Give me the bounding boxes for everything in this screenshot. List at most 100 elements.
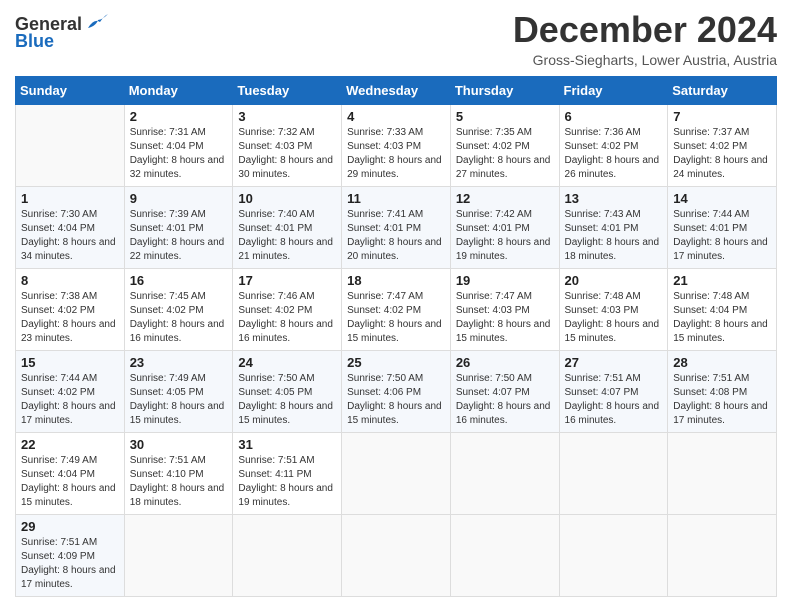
calendar-header-saturday: Saturday [668, 76, 777, 104]
calendar-cell: 20 Sunrise: 7:48 AMSunset: 4:03 PMDayligh… [559, 268, 668, 350]
calendar-cell [233, 514, 342, 596]
calendar-cell: 1 Sunrise: 7:30 AMSunset: 4:04 PMDaylight… [16, 186, 125, 268]
calendar-cell: 29 Sunrise: 7:51 AMSunset: 4:09 PMDayligh… [16, 514, 125, 596]
page-header: General Blue December 2024 Gross-Sieghar… [15, 10, 777, 68]
day-number: 30 [130, 437, 228, 452]
calendar-cell: 11 Sunrise: 7:41 AMSunset: 4:01 PMDayligh… [342, 186, 451, 268]
calendar-cell: 3Sunrise: 7:32 AMSunset: 4:03 PMDaylight… [233, 104, 342, 186]
day-info: Sunrise: 7:48 AMSunset: 4:04 PMDaylight:… [673, 290, 771, 346]
day-number: 31 [238, 437, 336, 452]
day-info: Sunrise: 7:43 AMSunset: 4:01 PMDaylight:… [565, 208, 663, 264]
day-info: Sunrise: 7:47 AMSunset: 4:03 PMDaylight:… [456, 290, 554, 346]
calendar-cell: 5Sunrise: 7:35 AMSunset: 4:02 PMDaylight… [450, 104, 559, 186]
day-number: 8 [21, 273, 119, 288]
calendar-cell: 21 Sunrise: 7:48 AMSunset: 4:04 PMDayligh… [668, 268, 777, 350]
day-number: 21 [673, 273, 771, 288]
day-info: Sunrise: 7:50 AMSunset: 4:06 PMDaylight:… [347, 372, 445, 428]
calendar-header-friday: Friday [559, 76, 668, 104]
calendar-week-1: 2 Sunrise: 7:31 AMSunset: 4:04 PMDaylight… [16, 104, 777, 186]
day-info: Sunrise: 7:44 AMSunset: 4:01 PMDaylight:… [673, 208, 771, 264]
calendar-header-thursday: Thursday [450, 76, 559, 104]
calendar-cell [559, 432, 668, 514]
day-info: Sunrise: 7:44 AMSunset: 4:02 PMDaylight:… [21, 372, 119, 428]
calendar-cell: 22 Sunrise: 7:49 AMSunset: 4:04 PMDayligh… [16, 432, 125, 514]
day-info: Sunrise: 7:38 AMSunset: 4:02 PMDaylight:… [21, 290, 119, 346]
calendar-cell [16, 104, 125, 186]
day-info: Sunrise: 7:51 AMSunset: 4:11 PMDaylight:… [238, 454, 336, 510]
calendar-header-sunday: Sunday [16, 76, 125, 104]
calendar-header-tuesday: Tuesday [233, 76, 342, 104]
calendar-cell: 12 Sunrise: 7:42 AMSunset: 4:01 PMDayligh… [450, 186, 559, 268]
day-number: 3 [238, 109, 336, 124]
location-subtitle: Gross-Siegharts, Lower Austria, Austria [513, 52, 777, 68]
calendar-cell: 6 Sunrise: 7:36 AMSunset: 4:02 PMDaylight… [559, 104, 668, 186]
day-info: Sunrise: 7:31 AMSunset: 4:04 PMDaylight:… [130, 126, 228, 182]
calendar-cell: 16Sunrise: 7:45 AMSunset: 4:02 PMDayligh… [124, 268, 233, 350]
logo-bird-icon [86, 14, 108, 32]
day-number: 10 [238, 191, 336, 206]
day-number: 2 [130, 109, 228, 124]
calendar-week-5: 22 Sunrise: 7:49 AMSunset: 4:04 PMDayligh… [16, 432, 777, 514]
day-info: Sunrise: 7:46 AMSunset: 4:02 PMDaylight:… [238, 290, 336, 346]
title-block: December 2024 Gross-Siegharts, Lower Aus… [513, 10, 777, 68]
day-info: Sunrise: 7:40 AMSunset: 4:01 PMDaylight:… [238, 208, 336, 264]
calendar-cell: 9Sunrise: 7:39 AMSunset: 4:01 PMDaylight… [124, 186, 233, 268]
day-number: 20 [565, 273, 663, 288]
day-number: 18 [347, 273, 445, 288]
day-number: 27 [565, 355, 663, 370]
day-info: Sunrise: 7:36 AMSunset: 4:02 PMDaylight:… [565, 126, 663, 182]
calendar-cell: 2 Sunrise: 7:31 AMSunset: 4:04 PMDaylight… [124, 104, 233, 186]
day-info: Sunrise: 7:42 AMSunset: 4:01 PMDaylight:… [456, 208, 554, 264]
calendar-cell: 28Sunrise: 7:51 AMSunset: 4:08 PMDayligh… [668, 350, 777, 432]
calendar-cell: 14 Sunrise: 7:44 AMSunset: 4:01 PMDayligh… [668, 186, 777, 268]
calendar-cell: 8 Sunrise: 7:38 AMSunset: 4:02 PMDaylight… [16, 268, 125, 350]
day-number: 17 [238, 273, 336, 288]
calendar-cell: 7Sunrise: 7:37 AMSunset: 4:02 PMDaylight… [668, 104, 777, 186]
calendar-week-2: 1 Sunrise: 7:30 AMSunset: 4:04 PMDaylight… [16, 186, 777, 268]
day-info: Sunrise: 7:51 AMSunset: 4:07 PMDaylight:… [565, 372, 663, 428]
day-info: Sunrise: 7:48 AMSunset: 4:03 PMDaylight:… [565, 290, 663, 346]
day-info: Sunrise: 7:30 AMSunset: 4:04 PMDaylight:… [21, 208, 119, 264]
calendar-cell: 4Sunrise: 7:33 AMSunset: 4:03 PMDaylight… [342, 104, 451, 186]
day-info: Sunrise: 7:35 AMSunset: 4:02 PMDaylight:… [456, 126, 554, 182]
calendar-cell: 19 Sunrise: 7:47 AMSunset: 4:03 PMDayligh… [450, 268, 559, 350]
day-info: Sunrise: 7:51 AMSunset: 4:10 PMDaylight:… [130, 454, 228, 510]
day-info: Sunrise: 7:37 AMSunset: 4:02 PMDaylight:… [673, 126, 771, 182]
day-number: 28 [673, 355, 771, 370]
day-number: 29 [21, 519, 119, 534]
day-number: 6 [565, 109, 663, 124]
calendar-header-monday: Monday [124, 76, 233, 104]
calendar-cell [668, 432, 777, 514]
day-number: 23 [130, 355, 228, 370]
calendar-cell: 31 Sunrise: 7:51 AMSunset: 4:11 PMDayligh… [233, 432, 342, 514]
day-number: 4 [347, 109, 445, 124]
calendar-cell [450, 514, 559, 596]
day-number: 1 [21, 191, 119, 206]
calendar-cell: 13Sunrise: 7:43 AMSunset: 4:01 PMDayligh… [559, 186, 668, 268]
calendar-cell: 23 Sunrise: 7:49 AMSunset: 4:05 PMDayligh… [124, 350, 233, 432]
day-number: 9 [130, 191, 228, 206]
day-info: Sunrise: 7:41 AMSunset: 4:01 PMDaylight:… [347, 208, 445, 264]
calendar-cell [450, 432, 559, 514]
calendar-cell: 30 Sunrise: 7:51 AMSunset: 4:10 PMDayligh… [124, 432, 233, 514]
calendar-week-6: 29 Sunrise: 7:51 AMSunset: 4:09 PMDayligh… [16, 514, 777, 596]
day-info: Sunrise: 7:49 AMSunset: 4:05 PMDaylight:… [130, 372, 228, 428]
day-number: 26 [456, 355, 554, 370]
calendar-cell: 27 Sunrise: 7:51 AMSunset: 4:07 PMDayligh… [559, 350, 668, 432]
calendar-cell [124, 514, 233, 596]
calendar-cell [342, 432, 451, 514]
logo-blue: Blue [15, 31, 54, 52]
day-info: Sunrise: 7:49 AMSunset: 4:04 PMDaylight:… [21, 454, 119, 510]
calendar-cell [559, 514, 668, 596]
day-number: 14 [673, 191, 771, 206]
day-number: 12 [456, 191, 554, 206]
calendar-cell: 18Sunrise: 7:47 AMSunset: 4:02 PMDayligh… [342, 268, 451, 350]
day-info: Sunrise: 7:45 AMSunset: 4:02 PMDaylight:… [130, 290, 228, 346]
calendar-cell: 17 Sunrise: 7:46 AMSunset: 4:02 PMDayligh… [233, 268, 342, 350]
day-number: 19 [456, 273, 554, 288]
day-number: 11 [347, 191, 445, 206]
day-number: 24 [238, 355, 336, 370]
day-number: 25 [347, 355, 445, 370]
day-number: 22 [21, 437, 119, 452]
day-info: Sunrise: 7:51 AMSunset: 4:09 PMDaylight:… [21, 536, 119, 592]
